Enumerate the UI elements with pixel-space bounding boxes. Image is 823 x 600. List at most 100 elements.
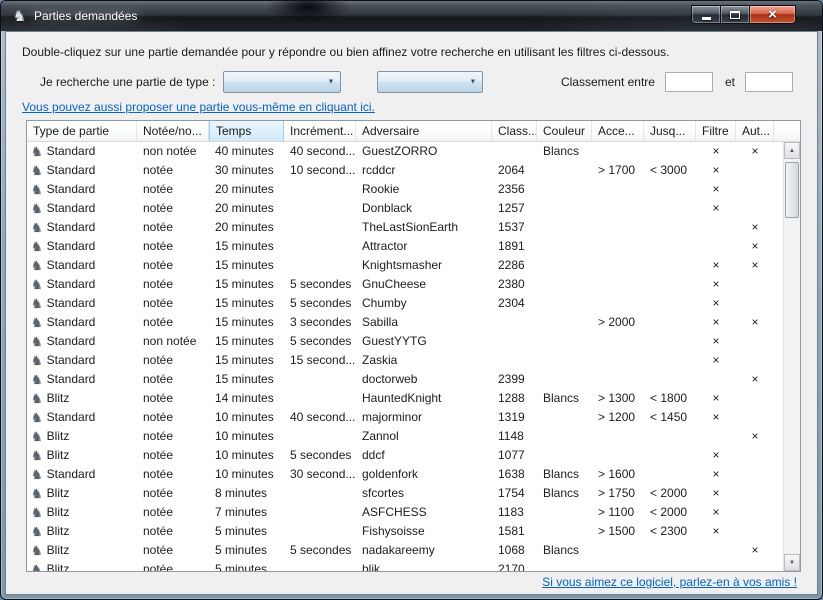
table-row[interactable]: ♞Standardnon notée15 minutes5 secondesGu… [27, 332, 783, 351]
column-header-time[interactable]: Temps [209, 121, 284, 142]
table-row[interactable]: ♞Blitznotée8 minutessfcortes1754Blancs> … [27, 484, 783, 503]
knight-icon: ♞ [31, 164, 43, 177]
cell-min: > 2000 [592, 313, 644, 332]
cell-max: < 1450 [644, 408, 696, 427]
cell-time: 8 minutes [209, 484, 284, 503]
cell-max: < 2000 [644, 503, 696, 522]
cell-filt: × [696, 180, 736, 199]
cell-rating [492, 351, 537, 370]
game-subtype-select[interactable]: ▼ [377, 71, 483, 93]
cell-filt [696, 370, 736, 389]
cell-inc [284, 522, 356, 541]
knight-icon: ♞ [31, 525, 43, 538]
cell-type: ♞Standard [27, 218, 137, 237]
cell-time: 15 minutes [209, 370, 284, 389]
minimize-button[interactable] [691, 5, 720, 24]
table-row[interactable]: ♞Blitznotée5 minutesFishysoisse1581> 150… [27, 522, 783, 541]
cell-rating: 1183 [492, 503, 537, 522]
cell-opp: ddcf [356, 446, 492, 465]
table-row[interactable]: ♞Blitznotée10 minutesZannol1148× [27, 427, 783, 446]
share-link[interactable]: Si vous aimez ce logiciel, parlez-en à v… [542, 575, 797, 589]
cell-auto [736, 161, 774, 180]
table-row[interactable]: ♞Standardnon notée40 minutes40 second...… [27, 142, 783, 161]
table-row[interactable]: ♞Standardnotée10 minutes40 second...majo… [27, 408, 783, 427]
column-header-auto[interactable]: Aut... [736, 121, 774, 142]
column-header-min[interactable]: Acce... [592, 121, 644, 142]
table-row[interactable]: ♞Blitznotée10 minutes5 secondesddcf1077× [27, 446, 783, 465]
cell-time: 14 minutes [209, 389, 284, 408]
knight-icon: ♞ [31, 202, 43, 215]
cell-rated: notée [137, 503, 209, 522]
table-row[interactable]: ♞Blitznotée7 minutesASFCHESS1183> 1100< … [27, 503, 783, 522]
table-row[interactable]: ♞Standardnotée15 minutes3 secondesSabill… [27, 313, 783, 332]
cell-inc: 5 secondes [284, 294, 356, 313]
app-knight-icon: ♞ [11, 8, 28, 25]
cell-time: 30 minutes [209, 161, 284, 180]
cell-rated: notée [137, 275, 209, 294]
table-row[interactable]: ♞Standardnotée15 minutesdoctorweb2399× [27, 370, 783, 389]
table-row[interactable]: ♞Standardnotée30 minutes10 second...rcdd… [27, 161, 783, 180]
cell-max [644, 237, 696, 256]
cell-color [537, 294, 592, 313]
close-icon: × [768, 7, 777, 22]
cell-auto: × [736, 237, 774, 256]
cell-color [537, 332, 592, 351]
cell-max [644, 465, 696, 484]
table-row[interactable]: ♞Blitznotée14 minutesHauntedKnight1288Bl… [27, 389, 783, 408]
cell-inc: 40 second... [284, 142, 356, 161]
maximize-button[interactable] [720, 5, 749, 24]
title-bar[interactable]: ♞ Parties demandées × [1, 1, 822, 31]
column-header-inc[interactable]: Incrément... [284, 121, 356, 142]
table-row[interactable]: ♞Blitznotée5 minutes5 secondesnadakareem… [27, 541, 783, 560]
table-row[interactable]: ♞Standardnotée15 minutesAttractor1891× [27, 237, 783, 256]
table-row[interactable]: ♞Standardnotée15 minutesKnightsmasher228… [27, 256, 783, 275]
game-type-text: Standard [47, 161, 96, 180]
game-type-text: Blitz [47, 541, 70, 560]
column-header-rating[interactable]: Class... [492, 121, 537, 142]
rating-max-input[interactable] [745, 72, 793, 92]
scroll-thumb[interactable] [785, 162, 799, 218]
rating-min-input[interactable] [665, 72, 713, 92]
cell-max [644, 541, 696, 560]
cell-max: < 3000 [644, 161, 696, 180]
game-type-text: Standard [47, 275, 96, 294]
cell-rated: notée [137, 218, 209, 237]
column-header-type[interactable]: Type de partie [27, 121, 137, 142]
column-header-opp[interactable]: Adversaire [356, 121, 492, 142]
table-row[interactable]: ♞Standardnotée10 minutes30 second...gold… [27, 465, 783, 484]
cell-auto [736, 408, 774, 427]
table-row[interactable]: ♞Standardnotée20 minutesDonblack1257× [27, 199, 783, 218]
table-row[interactable]: ♞Standardnotée15 minutes5 secondesChumby… [27, 294, 783, 313]
column-header-filt[interactable]: Filtre [696, 121, 736, 142]
cell-max [644, 446, 696, 465]
cell-opp: HauntedKnight [356, 389, 492, 408]
cell-rated: notée [137, 294, 209, 313]
scroll-down-button[interactable]: ▼ [784, 554, 800, 571]
cell-auto [736, 294, 774, 313]
cell-inc [284, 237, 356, 256]
cell-auto: × [736, 427, 774, 446]
table-row[interactable]: ♞Standardnotée20 minutesTheLastSionEarth… [27, 218, 783, 237]
cell-min [592, 332, 644, 351]
cell-min [592, 541, 644, 560]
column-header-max[interactable]: Jusq... [644, 121, 696, 142]
cell-time: 15 minutes [209, 294, 284, 313]
table-scrollbar[interactable]: ▲ ▼ [783, 142, 800, 571]
game-type-text: Standard [47, 332, 96, 351]
game-type-text: Standard [47, 408, 96, 427]
table-row[interactable]: ♞Standardnotée20 minutesRookie2356× [27, 180, 783, 199]
table-row[interactable]: ♞Blitznotée5 minutesblik2170 [27, 560, 783, 571]
column-header-color[interactable]: Couleur [537, 121, 592, 142]
game-type-text: Blitz [47, 560, 70, 571]
cell-type: ♞Blitz [27, 541, 137, 560]
cell-auto [736, 389, 774, 408]
cell-rated: notée [137, 522, 209, 541]
column-header-rated[interactable]: Notée/no... [137, 121, 209, 142]
game-type-select[interactable]: ▼ [223, 71, 341, 93]
propose-game-link[interactable]: Vous pouvez aussi proposer une partie vo… [22, 100, 375, 114]
table-row[interactable]: ♞Standardnotée15 minutes15 second...Zask… [27, 351, 783, 370]
scroll-up-button[interactable]: ▲ [784, 142, 800, 159]
table-row[interactable]: ♞Standardnotée15 minutes5 secondesGnuChe… [27, 275, 783, 294]
close-button[interactable]: × [749, 5, 796, 24]
cell-color [537, 180, 592, 199]
